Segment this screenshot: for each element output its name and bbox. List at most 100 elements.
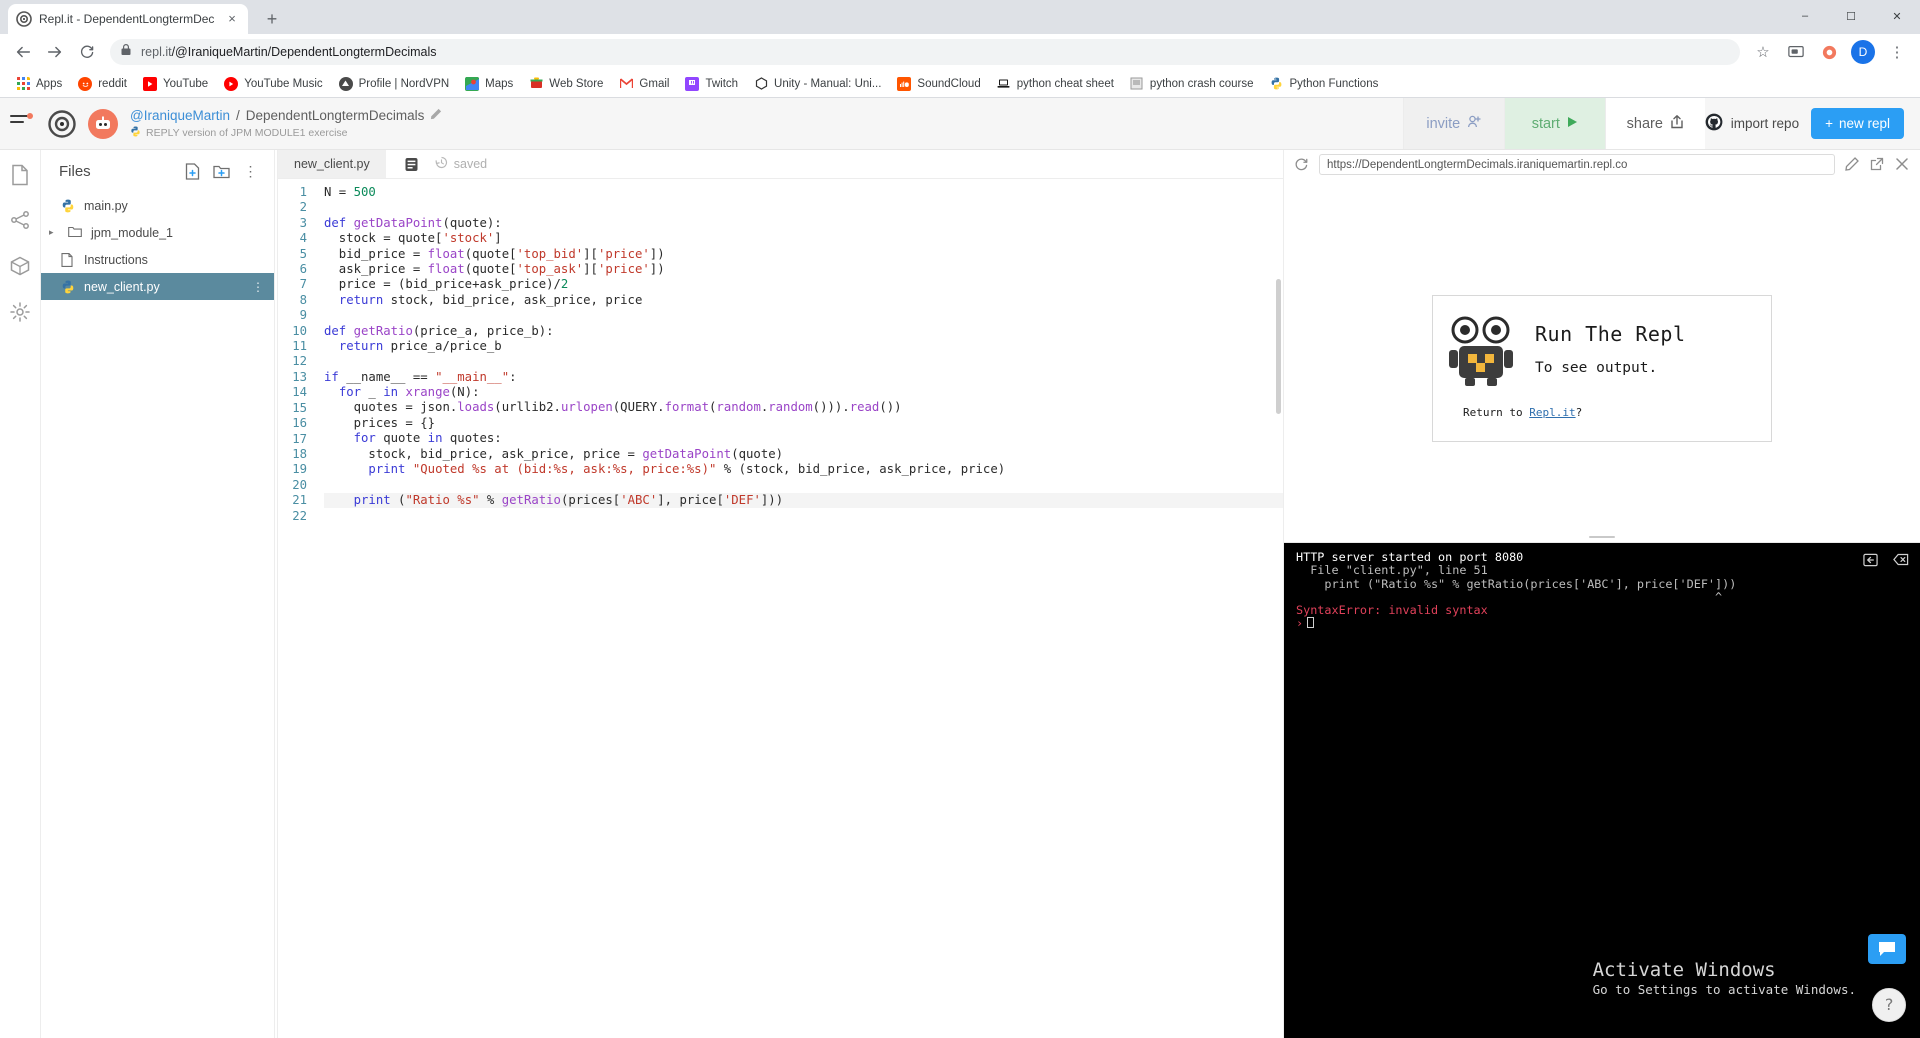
code-editor[interactable]: 1 2 3 4 5 6 7 8 9 10 11 12 13 14 15 16 1 [278,179,1283,1038]
console-prompt-row[interactable]: › [1296,617,1908,630]
webview-url-input[interactable]: https://DependentLongtermDecimals.iraniq… [1319,154,1835,175]
output-panel: https://DependentLongtermDecimals.iraniq… [1283,150,1920,1038]
replit-link[interactable]: Repl.it [1529,406,1575,419]
expand-console-icon[interactable] [1863,553,1878,567]
address-bar-url: repl.it/@IraniqueMartin/DependentLongter… [141,45,436,59]
bookmark-python-crash-course[interactable]: python crash course [1122,74,1262,94]
webview-resize-handle[interactable] [1589,536,1615,538]
bookmark-reddit[interactable]: reddit [70,74,135,94]
profile-avatar[interactable]: D [1851,40,1875,64]
code-line: for _ in xrange(N): [338,385,480,400]
close-icon[interactable]: × [224,11,240,27]
back-icon[interactable] [8,37,38,67]
address-bar[interactable]: repl.it/@IraniqueMartin/DependentLongter… [110,39,1740,65]
bookmark-unity[interactable]: Unity - Manual: Uni... [746,74,889,94]
bookmark-gmail[interactable]: Gmail [611,74,677,94]
twitch-icon [685,76,700,91]
editor-tools: saved [386,150,487,178]
packages-icon[interactable] [10,256,30,276]
replit-logo-icon[interactable] [48,109,76,138]
file-item-main-py[interactable]: main.py [41,192,274,219]
bookmark-apps[interactable]: Apps [8,74,70,94]
media-cast-icon[interactable] [1781,37,1811,67]
file-icon [61,252,75,267]
close-icon[interactable] [1895,157,1910,172]
line-number-gutter: 1 2 3 4 5 6 7 8 9 10 11 12 13 14 15 16 1 [278,185,314,1038]
bookmarks-bar: Apps reddit YouTube YouTube Music Profil… [0,70,1920,98]
share-button[interactable]: share [1604,98,1705,149]
pencil-icon[interactable] [1845,157,1860,172]
bookmark-python-functions[interactable]: Python Functions [1261,74,1386,94]
extensions-icon[interactable] [1814,37,1844,67]
code-content[interactable]: N = 500 def getDataPoint(quote): stock =… [314,185,1283,1038]
bookmark-nordvpn[interactable]: Profile | NordVPN [331,74,458,94]
files-icon[interactable] [10,164,30,186]
window-close-button[interactable]: ✕ [1874,0,1920,32]
file-item-instructions[interactable]: Instructions [41,246,274,273]
share-icon [1670,114,1684,133]
open-external-icon[interactable] [1870,157,1885,172]
bookmark-youtube[interactable]: YouTube [135,74,216,94]
reload-icon[interactable] [72,37,102,67]
file-more-icon[interactable]: ⋮ [252,280,264,294]
console-line: ^ [1296,589,1723,604]
bookmark-label: Profile | NordVPN [358,77,450,90]
line-number: 16 [292,416,307,431]
replit-body: Files ⋮ main.py ▸ jpm_module_1 Instructi… [0,150,1920,1038]
apps-grid-icon [16,77,30,91]
browser-tab[interactable]: Repl.it - DependentLongtermDec × [8,4,248,34]
browser-navigation-bar: repl.it/@IraniqueMartin/DependentLongter… [0,34,1920,70]
import-repo-button[interactable]: import repo [1705,113,1799,134]
maximize-button[interactable]: ☐ [1828,0,1874,32]
repl-owner[interactable]: @IraniqueMartin [130,108,230,123]
repl-breadcrumb[interactable]: @IraniqueMartin / DependentLongtermDecimal… [130,108,442,123]
code-line: ask_price = float(quote['top_ask']['pric… [324,261,665,276]
add-folder-icon[interactable] [212,162,231,181]
bookmark-star-icon[interactable]: ☆ [1748,37,1778,67]
new-repl-button[interactable]: plus-icon + new repl [1811,108,1904,139]
chat-icon[interactable] [1868,934,1906,964]
editor-tab-new-client-py[interactable]: new_client.py [278,150,386,178]
version-control-icon[interactable] [10,210,30,230]
file-item-jpm-module-1[interactable]: ▸ jpm_module_1 [41,219,274,246]
bookmark-label: python crash course [1149,77,1254,90]
file-item-new-client-py[interactable]: new_client.py ⋮ [41,273,274,300]
repl-breadcrumb-separator: / [236,107,240,123]
webview-toolbar: https://DependentLongtermDecimals.iraniq… [1284,150,1920,179]
return-to-replit-line: Return to Repl.it? [1463,406,1686,419]
chevron-right-icon[interactable]: ▸ [49,227,57,238]
webview-frame: Run The Repl To see output. Return to Re… [1284,179,1920,543]
hamburger-icon[interactable] [10,113,36,134]
start-button[interactable]: start [1503,98,1605,149]
forward-icon[interactable] [40,37,70,67]
bookmark-python-cheat-sheet[interactable]: python cheat sheet [989,74,1122,94]
add-file-icon[interactable] [183,162,202,181]
files-header: Files ⋮ [41,150,274,192]
help-button[interactable]: ? [1872,988,1906,1022]
code-line: def getDataPoint(quote): [324,215,502,230]
lock-icon [120,43,132,61]
bookmark-web-store[interactable]: Web Store [521,74,611,94]
reload-icon[interactable] [1294,157,1309,172]
file-label: jpm_module_1 [91,225,173,240]
chrome-menu-icon[interactable]: ⋮ [1882,37,1912,67]
format-icon[interactable] [404,157,419,172]
bookmark-maps[interactable]: Maps [457,74,521,94]
repl-name[interactable]: DependentLongtermDecimals [246,108,425,123]
pencil-icon[interactable] [430,108,442,123]
invite-button[interactable]: invite [1402,98,1504,149]
line-number: 8 [299,292,307,307]
clear-console-icon[interactable] [1893,553,1909,567]
console-panel[interactable]: HTTP server started on port 8080 File "c… [1284,543,1920,1038]
settings-icon[interactable] [10,302,30,322]
editor-scrollbar[interactable] [1276,279,1281,414]
new-tab-button[interactable]: + [258,5,286,33]
bookmark-twitch[interactable]: Twitch [677,74,746,94]
bookmark-soundcloud[interactable]: SoundCloud [889,74,988,94]
saved-label: saved [453,157,488,171]
more-vertical-icon[interactable]: ⋮ [241,162,260,181]
minimize-button[interactable]: – [1782,0,1828,32]
bookmark-youtube-music[interactable]: YouTube Music [216,74,330,94]
